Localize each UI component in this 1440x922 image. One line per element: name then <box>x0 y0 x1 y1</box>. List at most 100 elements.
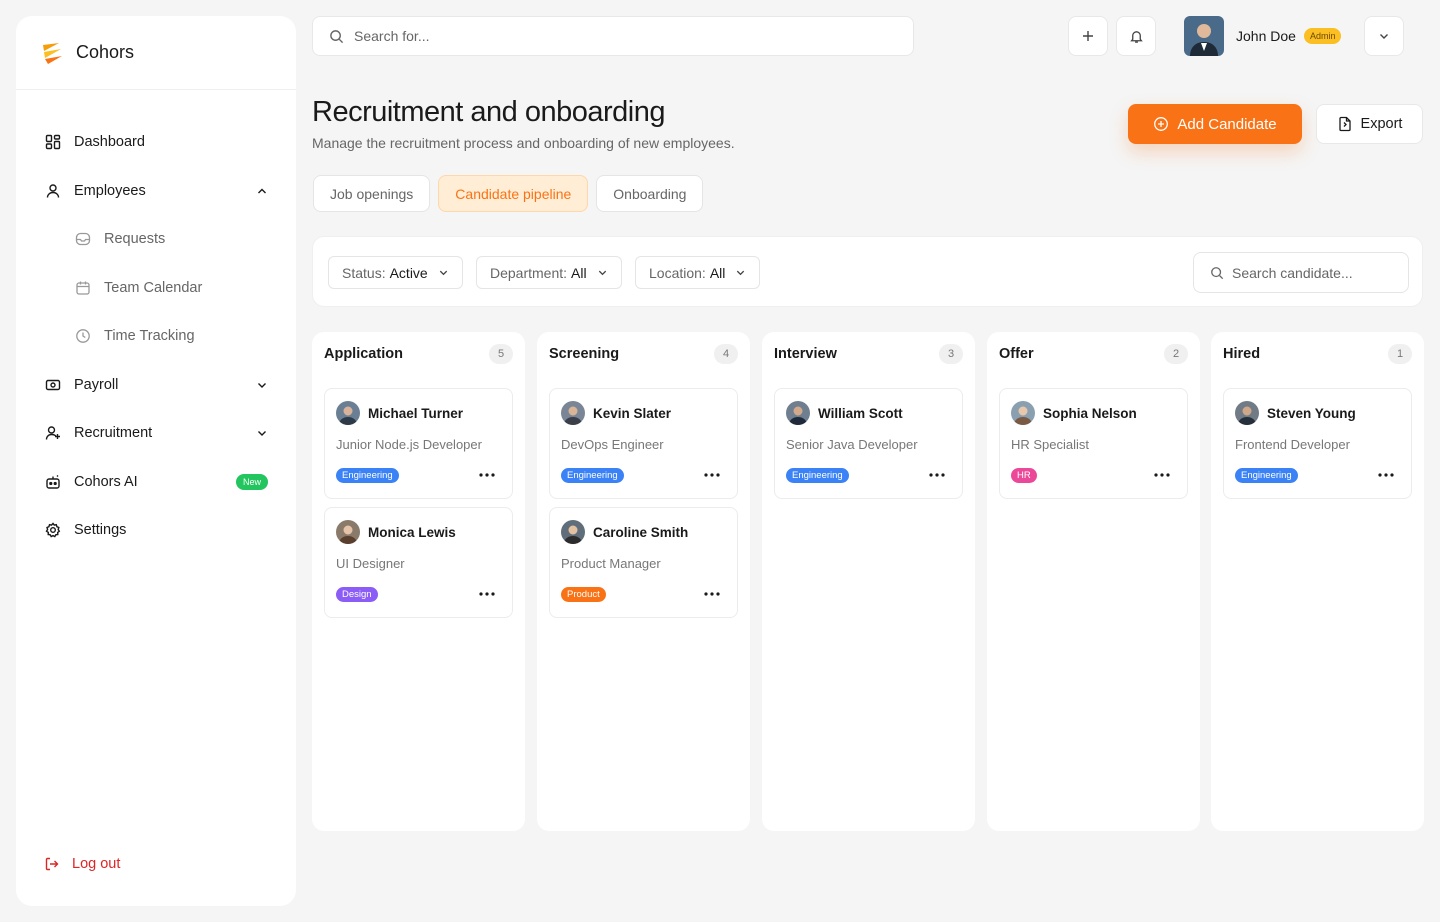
filter-label: Department: <box>490 264 568 281</box>
more-options-button[interactable] <box>1375 465 1397 485</box>
sidebar-item-cohors-ai[interactable]: Cohors AI New <box>16 458 296 507</box>
more-options-button[interactable] <box>476 584 498 604</box>
column-header: Offer 2 <box>987 332 1200 376</box>
user-menu-button[interactable] <box>1364 16 1404 56</box>
global-search[interactable] <box>312 16 914 56</box>
chevron-down-icon <box>438 267 449 278</box>
search-input[interactable] <box>354 28 880 44</box>
more-horizontal-icon <box>1378 473 1394 477</box>
chevron-down-icon <box>258 431 266 437</box>
more-horizontal-icon <box>1154 473 1170 477</box>
filter-value: All <box>709 264 726 281</box>
user-profile[interactable]: John Doe Admin <box>1184 16 1342 56</box>
column-header: Interview 3 <box>762 332 975 376</box>
column-header: Screening 4 <box>537 332 750 376</box>
candidate-card[interactable]: Caroline Smith Product Manager Product <box>549 507 738 618</box>
candidate-card[interactable]: Kevin Slater DevOps Engineer Engineering <box>549 388 738 499</box>
sidebar-item-dashboard[interactable]: Dashboard <box>16 118 296 167</box>
tab-onboarding[interactable]: Onboarding <box>596 175 704 212</box>
export-button[interactable]: Export <box>1316 104 1423 144</box>
candidate-card[interactable]: Steven Young Frontend Developer Engineerin… <box>1223 388 1412 499</box>
tab-job-openings[interactable]: Job openings <box>313 175 431 212</box>
candidate-role: Product Manager <box>561 556 661 571</box>
candidate-card[interactable]: Michael Turner Junior Node.js Developer En… <box>324 388 513 499</box>
avatar <box>786 401 810 425</box>
column-title: Application <box>324 346 403 362</box>
card-header: William Scott <box>786 401 903 425</box>
logout-icon <box>44 856 60 872</box>
column-count-badge: 3 <box>939 344 963 364</box>
kanban-column-application: Application 5 Michael Turner Junior Node.js… <box>312 332 525 831</box>
clock-icon <box>74 327 92 345</box>
avatar <box>1011 401 1035 425</box>
brand[interactable]: Cohors <box>16 16 296 90</box>
sidebar-item-label: Time Tracking <box>104 328 195 345</box>
calendar-icon <box>74 279 92 297</box>
more-options-button[interactable] <box>1151 465 1173 485</box>
sidebar-item-label: Payroll <box>74 376 119 393</box>
candidate-search-input[interactable] <box>1232 264 1391 281</box>
search-icon <box>1211 266 1224 279</box>
cohors-logo-icon <box>43 42 62 64</box>
candidate-role: HR Specialist <box>1011 437 1090 452</box>
more-options-button[interactable] <box>926 465 948 485</box>
user-icon <box>44 182 62 200</box>
kanban-column-interview: Interview 3 William Scott Senior Java Devel… <box>762 332 975 831</box>
avatar <box>336 401 360 425</box>
more-options-button[interactable] <box>701 584 723 604</box>
bell-icon <box>1129 30 1143 43</box>
column-count-badge: 5 <box>489 344 513 364</box>
chevron-down-icon <box>258 382 266 388</box>
sidebar-item-label: Team Calendar <box>104 279 203 296</box>
column-count-badge: 1 <box>1388 344 1412 364</box>
candidate-role: Junior Node.js Developer <box>336 437 482 452</box>
status-filter[interactable]: Status: Active <box>328 256 463 289</box>
sidebar-item-settings[interactable]: Settings <box>16 506 296 555</box>
avatar <box>336 520 360 544</box>
candidate-role: Frontend Developer <box>1235 437 1350 452</box>
robot-icon <box>44 473 62 491</box>
tab-candidate-pipeline[interactable]: Candidate pipeline <box>438 175 589 212</box>
brand-name: Cohors <box>76 42 135 62</box>
add-button[interactable] <box>1068 16 1108 56</box>
sidebar-item-label: Requests <box>104 231 166 248</box>
sidebar-item-time-tracking[interactable]: Time Tracking <box>16 312 296 361</box>
user-name: John Doe <box>1236 28 1296 44</box>
candidate-card[interactable]: Sophia Nelson HR Specialist HR <box>999 388 1188 499</box>
department-tag: Engineering <box>336 468 399 483</box>
notifications-button[interactable] <box>1116 16 1156 56</box>
sidebar-item-label: Settings <box>74 522 127 539</box>
chevron-down-icon <box>735 267 746 278</box>
department-tag: Engineering <box>561 468 624 483</box>
more-options-button[interactable] <box>476 465 498 485</box>
sidebar-item-employees[interactable]: Employees <box>16 167 296 216</box>
sidebar-item-payroll[interactable]: Payroll <box>16 361 296 410</box>
candidate-role: DevOps Engineer <box>561 437 664 452</box>
kanban-column-screening: Screening 4 Kevin Slater DevOps Engineer Eng… <box>537 332 750 831</box>
candidate-role: Senior Java Developer <box>786 437 918 452</box>
dashboard-icon <box>44 133 62 151</box>
filter-bar: Status: Active Department: All Location:… <box>312 236 1423 307</box>
candidate-name: Monica Lewis <box>368 524 456 540</box>
column-title: Hired <box>1223 346 1261 362</box>
location-filter[interactable]: Location: All <box>635 256 761 289</box>
sidebar-item-recruitment[interactable]: Recruitment <box>16 409 296 458</box>
logout-button[interactable]: Log out <box>44 856 120 872</box>
more-options-button[interactable] <box>701 465 723 485</box>
plus-circle-icon <box>1153 116 1169 132</box>
card-header: Michael Turner <box>336 401 463 425</box>
sidebar-item-requests[interactable]: Requests <box>16 215 296 264</box>
avatar <box>561 401 585 425</box>
add-candidate-button[interactable]: Add Candidate <box>1128 104 1302 144</box>
card-header: Kevin Slater <box>561 401 671 425</box>
department-filter[interactable]: Department: All <box>476 256 622 289</box>
avatar <box>561 520 585 544</box>
candidate-card[interactable]: Monica Lewis UI Designer Design <box>324 507 513 618</box>
candidate-name: Caroline Smith <box>593 524 689 540</box>
sidebar: Cohors Dashboard Employees Requests Team… <box>16 16 296 906</box>
column-title: Offer <box>999 346 1034 362</box>
add-candidate-label: Add Candidate <box>1177 115 1277 133</box>
candidate-card[interactable]: William Scott Senior Java Developer Engine… <box>774 388 963 499</box>
sidebar-item-team-calendar[interactable]: Team Calendar <box>16 264 296 313</box>
candidate-search[interactable] <box>1193 252 1409 293</box>
